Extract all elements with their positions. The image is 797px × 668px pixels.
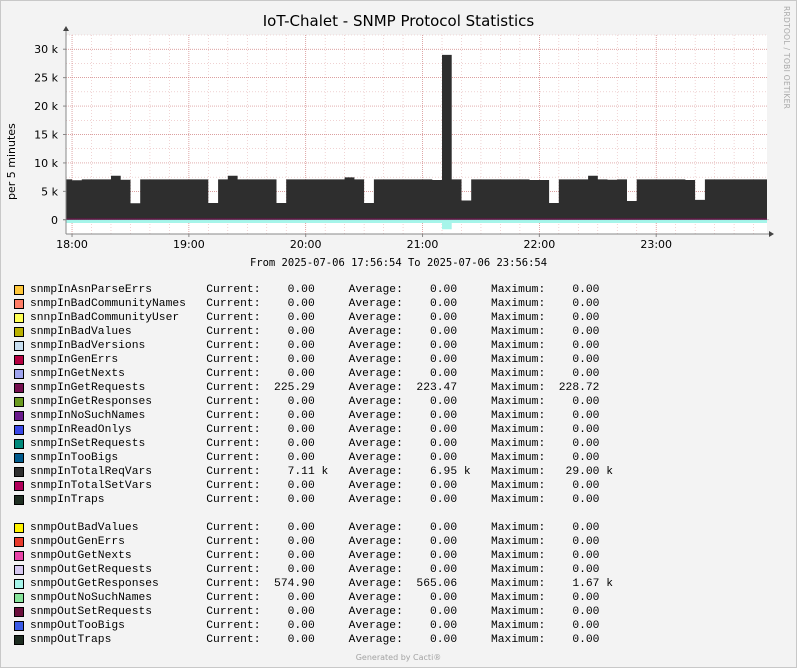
- legend-swatch: [14, 327, 24, 337]
- y-tick-label: 5 k: [41, 185, 58, 198]
- legend-swatch: [14, 383, 24, 393]
- y-tick-label: 30 k: [34, 43, 58, 56]
- legend-text: snmpInBadVersions Current: 0.00 Average:…: [30, 340, 614, 352]
- legend-swatch: [14, 299, 24, 309]
- legend-swatch: [14, 621, 24, 631]
- legend-text: snmpInGenErrs Current: 0.00 Average: 0.0…: [30, 354, 614, 366]
- date-range: From 2025-07-06 17:56:54 To 2025-07-06 2…: [249, 257, 548, 269]
- legend-text: snmpOutNoSuchNames Current: 0.00 Average…: [30, 592, 614, 604]
- x-axis-arrow: [769, 231, 774, 237]
- legend-swatch: [14, 425, 24, 435]
- legend-swatch: [14, 481, 24, 491]
- footer-credit: Generated by Cacti®: [355, 653, 442, 662]
- legend-swatch: [14, 607, 24, 617]
- legend-text: snmpInGetNexts Current: 0.00 Average: 0.…: [30, 368, 614, 380]
- legend-swatch: [14, 341, 24, 351]
- y-axis-arrow: [63, 26, 69, 31]
- legend-swatch: [14, 355, 24, 365]
- legend-swatch: [14, 565, 24, 575]
- legend-swatch: [14, 397, 24, 407]
- legend-text: snmpInGetRequests Current: 225.29 Averag…: [30, 382, 614, 394]
- legend-text: snmpOutBadValues Current: 0.00 Average: …: [30, 522, 614, 534]
- legend-text: snmpInTraps Current: 0.00 Average: 0.00 …: [30, 494, 614, 506]
- legend-text: snmpInTotalReqVars Current: 7.11 k Avera…: [30, 466, 614, 478]
- legend-swatch: [14, 285, 24, 295]
- legend-text: snnpInBadCommunityUser Current: 0.00 Ave…: [30, 312, 614, 324]
- legend-text: snmpInTooBigs Current: 0.00 Average: 0.0…: [30, 452, 614, 464]
- x-tick-label: 20:00: [290, 238, 322, 251]
- legend-swatch: [14, 593, 24, 603]
- x-tick-label: 23:00: [640, 238, 672, 251]
- legend-swatch: [14, 537, 24, 547]
- y-tick-label: 25 k: [34, 72, 58, 85]
- legend-text: snmpInBadValues Current: 0.00 Average: 0…: [30, 326, 614, 338]
- legend-text: snmpInSetRequests Current: 0.00 Average:…: [30, 438, 614, 450]
- legend-swatch: [14, 313, 24, 323]
- legend-text: snmpOutSetRequests Current: 0.00 Average…: [30, 606, 614, 618]
- y-tick-label: 20 k: [34, 100, 58, 113]
- legend-text: snmpOutGetNexts Current: 0.00 Average: 0…: [30, 550, 614, 562]
- legend-swatch: [14, 495, 24, 505]
- legend-swatch: [14, 369, 24, 379]
- x-tick-label: 21:00: [407, 238, 439, 251]
- x-tick-label: 22:00: [524, 238, 556, 251]
- x-tick-label: 19:00: [173, 238, 205, 251]
- legend-text: snmpOutGetRequests Current: 0.00 Average…: [30, 564, 614, 576]
- legend-swatch: [14, 467, 24, 477]
- legend-swatch: [14, 411, 24, 421]
- legend-swatch: [14, 551, 24, 561]
- legend-text: snmpInGetResponses Current: 0.00 Average…: [30, 396, 614, 408]
- legend-text: snmpInBadCommunityNames Current: 0.00 Av…: [30, 298, 614, 310]
- legend-text: snmpOutGenErrs Current: 0.00 Average: 0.…: [30, 536, 614, 548]
- legend-swatch: [14, 453, 24, 463]
- legend-text: snmpOutTraps Current: 0.00 Average: 0.00…: [30, 634, 614, 646]
- legend-text: snmpInReadOnlys Current: 0.00 Average: 0…: [30, 424, 614, 436]
- legend-text: snmpInNoSuchNames Current: 0.00 Average:…: [30, 410, 614, 422]
- legend-text: snmpOutTooBigs Current: 0.00 Average: 0.…: [30, 620, 614, 632]
- y-tick-label: 0: [51, 214, 58, 227]
- legend-swatch: [14, 579, 24, 589]
- y-tick-label: 10 k: [34, 157, 58, 170]
- x-tick-label: 18:00: [56, 238, 88, 251]
- legend-swatch: [14, 439, 24, 449]
- y-tick-label: 15 k: [34, 129, 58, 142]
- legend-text: snmpInTotalSetVars Current: 0.00 Average…: [30, 480, 614, 492]
- legend-text: snmpInAsnParseErrs Current: 0.00 Average…: [30, 284, 614, 296]
- legend-text: snmpOutGetResponses Current: 574.90 Aver…: [30, 578, 614, 590]
- plot-area: 0 5 k 10 k 15 k 20 k 25 k 30 k 18:00 19:00 20:00 2…: [34, 26, 774, 251]
- legend-swatch: [14, 523, 24, 533]
- legend-swatch: [14, 635, 24, 645]
